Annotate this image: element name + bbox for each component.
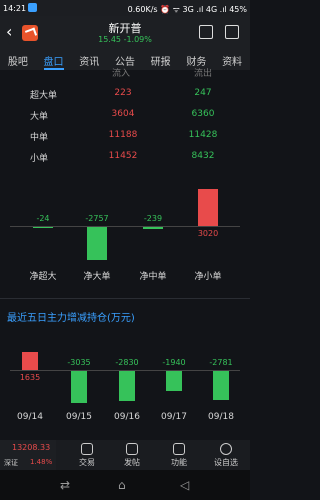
category-label: 09/16 bbox=[114, 412, 140, 422]
tab-news[interactable]: 资讯 bbox=[79, 49, 99, 70]
bar-value-label: -1940 bbox=[162, 358, 186, 367]
chart-bar bbox=[213, 370, 229, 401]
flow-row-medium: 中单 11188 11428 bbox=[0, 130, 250, 148]
index-widget[interactable]: 13208.33 深证 1.48% bbox=[0, 440, 56, 470]
flow-row-small: 小单 11452 8432 bbox=[0, 151, 250, 169]
chart-bar bbox=[119, 370, 135, 401]
category-label: 09/18 bbox=[208, 412, 234, 422]
category-label: 净中单 bbox=[139, 272, 167, 282]
index-pct: 1.48% bbox=[30, 458, 53, 466]
flow-label: 超大单 bbox=[30, 91, 58, 101]
flow-row-super-large: 超大单 223 247 bbox=[0, 88, 250, 106]
category-label: 09/17 bbox=[161, 412, 187, 422]
app-notification-icon bbox=[28, 3, 37, 12]
category-label: 净超大 bbox=[29, 272, 57, 282]
index-name: 深证 bbox=[4, 459, 18, 467]
back-nav-icon[interactable]: ◁ bbox=[180, 478, 189, 492]
search-icon[interactable] bbox=[225, 25, 239, 39]
chart-bar bbox=[166, 370, 182, 392]
nav-label: 发帖 bbox=[124, 458, 140, 467]
bar-value-label: -2757 bbox=[85, 214, 109, 223]
home-icon[interactable]: ⌂ bbox=[118, 478, 126, 492]
inflow-header: 流入 bbox=[112, 69, 131, 79]
bar-value-label: -24 bbox=[36, 214, 50, 223]
stock-change: -1.09% bbox=[123, 35, 152, 44]
flow-out: 8432 bbox=[191, 151, 215, 161]
bar-value-label: -2781 bbox=[209, 358, 233, 367]
category-label: 09/15 bbox=[66, 412, 92, 422]
plus-icon bbox=[220, 443, 232, 455]
nav-label: 功能 bbox=[171, 458, 187, 467]
flow-in: 11188 bbox=[108, 130, 138, 140]
chart-bar bbox=[87, 226, 107, 260]
chart-bar bbox=[198, 189, 218, 226]
grid-icon bbox=[173, 443, 185, 455]
nav-add-watchlist[interactable]: 设自选 bbox=[207, 440, 245, 470]
category-label: 净大单 bbox=[83, 272, 111, 282]
bar-value-label: -239 bbox=[143, 214, 163, 223]
tab-profile[interactable]: 资料 bbox=[222, 49, 242, 70]
flow-in: 11452 bbox=[108, 151, 138, 161]
chart-bar bbox=[71, 370, 87, 403]
stock-header: ‹ 新开普 15.45 -1.09% bbox=[0, 16, 250, 49]
zero-axis bbox=[10, 226, 240, 227]
flow-label: 中单 bbox=[30, 133, 49, 143]
section-divider bbox=[0, 298, 250, 299]
status-indicators: 0.60K/s ⏰ ᯤ 3G .ıl 4G .ıl 45% bbox=[127, 5, 247, 14]
edit-icon bbox=[126, 443, 138, 455]
stock-price: 15.45 bbox=[98, 35, 122, 44]
bar-value-label: -3035 bbox=[67, 358, 91, 367]
tab-research[interactable]: 研报 bbox=[151, 49, 171, 70]
flow-out: 6360 bbox=[191, 109, 215, 119]
outflow-header: 流出 bbox=[194, 69, 213, 79]
category-label: 09/14 bbox=[17, 412, 43, 422]
tab-pankou[interactable]: 盘口 bbox=[43, 49, 64, 70]
nav-post[interactable]: 发帖 bbox=[113, 440, 151, 470]
flow-in: 223 bbox=[114, 88, 132, 98]
status-bar: 14:21 0.60K/s ⏰ ᯤ 3G .ıl 4G .ıl 45% bbox=[0, 0, 250, 16]
bar-value-label: 1635 bbox=[19, 373, 41, 382]
bar-value-label: 3020 bbox=[197, 229, 219, 238]
status-time: 14:21 bbox=[3, 4, 27, 13]
flow-in: 3604 bbox=[111, 109, 135, 119]
share-icon[interactable] bbox=[199, 25, 213, 39]
category-label: 净小单 bbox=[194, 272, 222, 282]
flow-out: 11428 bbox=[188, 130, 218, 140]
nav-label: 交易 bbox=[79, 458, 95, 467]
flow-out: 247 bbox=[194, 88, 212, 98]
system-nav-bar: ⇄ ⌂ ◁ bbox=[0, 470, 250, 500]
yen-icon bbox=[81, 443, 93, 455]
flow-label: 大单 bbox=[30, 112, 49, 122]
nav-label: 设自选 bbox=[214, 458, 238, 467]
index-value: 13208.33 bbox=[12, 443, 51, 452]
five-day-title: 最近五日主力增减持仓(万元) bbox=[7, 313, 135, 324]
nav-trade[interactable]: 交易 bbox=[68, 440, 106, 470]
swap-icon[interactable]: ⇄ bbox=[60, 478, 70, 492]
chart-bar bbox=[22, 352, 38, 370]
flow-label: 小单 bbox=[30, 154, 49, 164]
flow-row-large: 大单 3604 6360 bbox=[0, 109, 250, 127]
zero-axis bbox=[10, 370, 240, 371]
tab-guba[interactable]: 股吧 bbox=[8, 49, 28, 70]
bar-value-label: -2830 bbox=[115, 358, 139, 367]
nav-functions[interactable]: 功能 bbox=[160, 440, 198, 470]
